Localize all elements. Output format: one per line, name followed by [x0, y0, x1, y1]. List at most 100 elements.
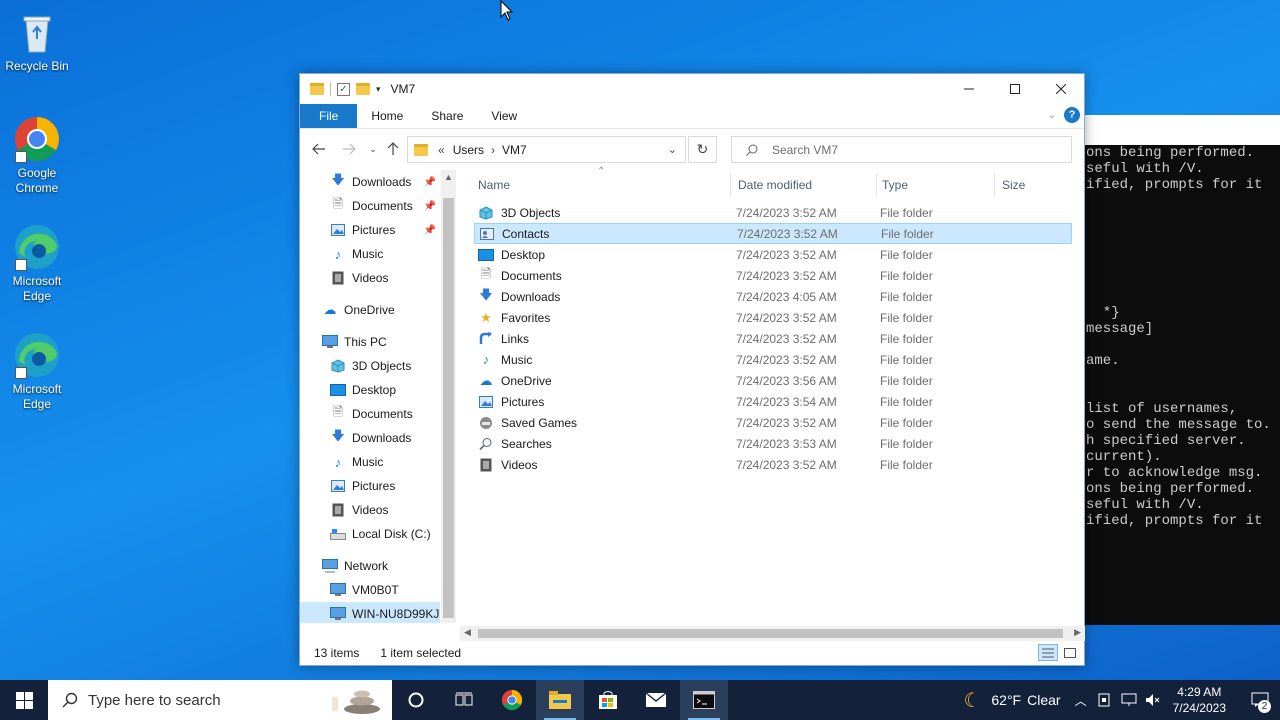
device-icon[interactable] — [1097, 693, 1111, 707]
file-row-favorites[interactable]: ★ Favorites 7/24/2023 3:52 AM File folde… — [474, 307, 1072, 328]
nav-item-network[interactable]: Network — [322, 554, 440, 578]
up-button[interactable] — [381, 137, 405, 161]
file-row-onedrive[interactable]: ☁ OneDrive 7/24/2023 3:56 AM File folder — [474, 370, 1072, 391]
action-center-button[interactable]: 2 — [1240, 680, 1280, 720]
task-view-button[interactable] — [440, 680, 488, 720]
pin-icon[interactable]: 📌 — [424, 201, 436, 212]
nav-item-videos-pc[interactable]: Videos — [330, 498, 440, 522]
file-row-videos[interactable]: Videos 7/24/2023 3:52 AM File folder — [474, 454, 1072, 475]
details-view-button[interactable] — [1038, 644, 1058, 661]
clock[interactable]: 4:29 AM 7/24/2023 — [1173, 684, 1226, 716]
file-row-music[interactable]: ♪ Music 7/24/2023 3:52 AM File folder — [474, 349, 1072, 370]
taskbar-file-explorer-button[interactable] — [536, 680, 584, 720]
nav-pane-scrollbar[interactable]: ▲ — [441, 170, 456, 623]
show-hidden-icons-chevron-icon[interactable]: ︿ — [1075, 692, 1087, 709]
minimize-button[interactable] — [946, 74, 992, 104]
forward-button[interactable] — [337, 137, 361, 161]
nav-item-pictures[interactable]: Pictures 📌 — [330, 218, 440, 242]
contacts-icon — [479, 226, 495, 242]
nav-item-videos[interactable]: Videos — [330, 266, 440, 290]
weather-temp[interactable]: 62°F — [991, 692, 1021, 708]
scrollbar-thumb[interactable] — [443, 198, 454, 618]
nav-item-this-pc[interactable]: This PC — [322, 330, 440, 354]
horizontal-scrollbar[interactable]: ◀ ▶ — [460, 626, 1085, 641]
taskbar-store-button[interactable] — [584, 680, 632, 720]
file-row-pictures[interactable]: Pictures 7/24/2023 3:54 AM File folder — [474, 391, 1072, 412]
refresh-button[interactable]: ↻ — [688, 136, 717, 163]
nav-item-music-pc[interactable]: ♪ Music — [330, 450, 440, 474]
file-row-3d-objects[interactable]: 3D Objects 7/24/2023 3:52 AM File folder — [474, 202, 1072, 223]
nav-item-3d-objects[interactable]: 3D Objects — [330, 354, 440, 378]
taskbar-mail-button[interactable] — [632, 680, 680, 720]
file-row-links[interactable]: Links 7/24/2023 3:52 AM File folder — [474, 328, 1072, 349]
title-bar[interactable]: ✓ ▾ VM7 — [300, 74, 1084, 104]
back-button[interactable] — [307, 137, 331, 161]
desktop-icon-edge-2[interactable]: Microsoft Edge — [0, 331, 74, 412]
pin-icon[interactable]: 📌 — [424, 177, 436, 188]
new-folder-icon[interactable] — [356, 83, 370, 95]
breadcrumb-users[interactable]: Users — [453, 143, 484, 157]
nav-item-win-nu8d99kj[interactable]: WIN-NU8D99KJ — [300, 602, 440, 623]
expand-ribbon-chevron-icon[interactable]: ⌄ — [1048, 110, 1056, 121]
desktop-icon-recycle-bin[interactable]: Recycle Bin — [0, 8, 74, 74]
taskbar-search-box[interactable]: Type here to search — [48, 680, 392, 720]
navigation-pane[interactable]: 🡇 Downloads 📌 🗎 Documents 📌 Pictures 📌 ♪… — [300, 170, 440, 623]
scroll-right-icon[interactable]: ▶ — [1074, 627, 1081, 638]
cortana-button[interactable] — [392, 680, 440, 720]
address-dropdown-icon[interactable]: ⌄ — [668, 143, 677, 156]
breadcrumb-overflow[interactable]: « — [438, 143, 445, 157]
taskbar-chrome-button[interactable] — [488, 680, 536, 720]
tab-share[interactable]: Share — [417, 104, 477, 128]
tab-home[interactable]: Home — [357, 104, 417, 128]
help-icon[interactable]: ? — [1064, 107, 1080, 123]
nav-item-local-disk[interactable]: Local Disk (C:) — [330, 522, 440, 546]
file-row-documents[interactable]: 🗎 Documents 7/24/2023 3:52 AM File folde… — [474, 265, 1072, 286]
tab-view[interactable]: View — [477, 104, 531, 128]
column-header-name[interactable]: Name — [478, 178, 510, 192]
properties-check-icon[interactable]: ✓ — [337, 82, 350, 96]
moon-weather-icon[interactable]: ☾ — [963, 688, 981, 713]
volume-muted-icon[interactable] — [1145, 693, 1161, 707]
large-icons-view-button[interactable] — [1060, 644, 1080, 661]
scroll-up-icon[interactable]: ▲ — [444, 172, 453, 182]
file-row-searches[interactable]: Searches 7/24/2023 3:53 AM File folder — [474, 433, 1072, 454]
address-bar[interactable]: « Users › VM7 ⌄ — [407, 136, 686, 163]
desktop-icon-edge[interactable]: Microsoft Edge — [0, 223, 74, 304]
column-divider[interactable] — [994, 174, 995, 196]
column-divider[interactable] — [730, 174, 731, 196]
file-row-desktop[interactable]: Desktop 7/24/2023 3:52 AM File folder — [474, 244, 1072, 265]
breadcrumb-separator-icon[interactable]: › — [491, 143, 495, 157]
file-explorer-window[interactable]: ✓ ▾ VM7 File Home Share View ⌄ ? ⌄ « Use… — [299, 73, 1085, 666]
file-row-downloads[interactable]: 🡇 Downloads 7/24/2023 4:05 AM File folde… — [474, 286, 1072, 307]
column-divider[interactable] — [876, 174, 877, 196]
desktop-icon-chrome[interactable]: Google Chrome — [0, 115, 74, 196]
column-header-type[interactable]: Type — [882, 178, 908, 192]
file-row-saved-games[interactable]: Saved Games 7/24/2023 3:52 AM File folde… — [474, 412, 1072, 433]
search-placeholder: Search VM7 — [772, 142, 839, 157]
nav-item-documents-pc[interactable]: 🗎 Documents — [330, 402, 440, 426]
search-box[interactable]: Search VM7 — [731, 136, 1072, 163]
close-button[interactable] — [1038, 74, 1084, 104]
taskbar-cmd-button[interactable] — [680, 680, 728, 720]
nav-item-downloads-pc[interactable]: 🡇 Downloads — [330, 426, 440, 450]
weather-condition[interactable]: Clear — [1027, 692, 1060, 708]
nav-item-vm0b0t[interactable]: VM0B0T — [330, 578, 440, 602]
start-button[interactable] — [0, 680, 48, 720]
network-status-icon[interactable] — [1121, 693, 1137, 707]
tab-file[interactable]: File — [300, 104, 358, 128]
nav-item-downloads[interactable]: 🡇 Downloads 📌 — [330, 170, 440, 194]
nav-item-desktop[interactable]: Desktop — [330, 378, 440, 402]
breadcrumb-vm7[interactable]: VM7 — [502, 143, 527, 157]
pin-icon[interactable]: 📌 — [424, 225, 436, 236]
scrollbar-thumb[interactable] — [478, 629, 1063, 638]
nav-item-onedrive[interactable]: ☁ OneDrive — [322, 298, 440, 322]
maximize-button[interactable] — [992, 74, 1038, 104]
column-header-date[interactable]: Date modified — [738, 178, 812, 192]
file-row-contacts[interactable]: Contacts 7/24/2023 3:52 AM File folder — [474, 223, 1072, 244]
nav-item-documents[interactable]: 🗎 Documents 📌 — [330, 194, 440, 218]
nav-item-pictures-pc[interactable]: Pictures — [330, 474, 440, 498]
scroll-left-icon[interactable]: ◀ — [464, 627, 471, 638]
nav-item-music[interactable]: ♪ Music — [330, 242, 440, 266]
customize-toolbar-chevron-icon[interactable]: ▾ — [376, 84, 381, 95]
column-header-size[interactable]: Size — [1002, 178, 1025, 192]
